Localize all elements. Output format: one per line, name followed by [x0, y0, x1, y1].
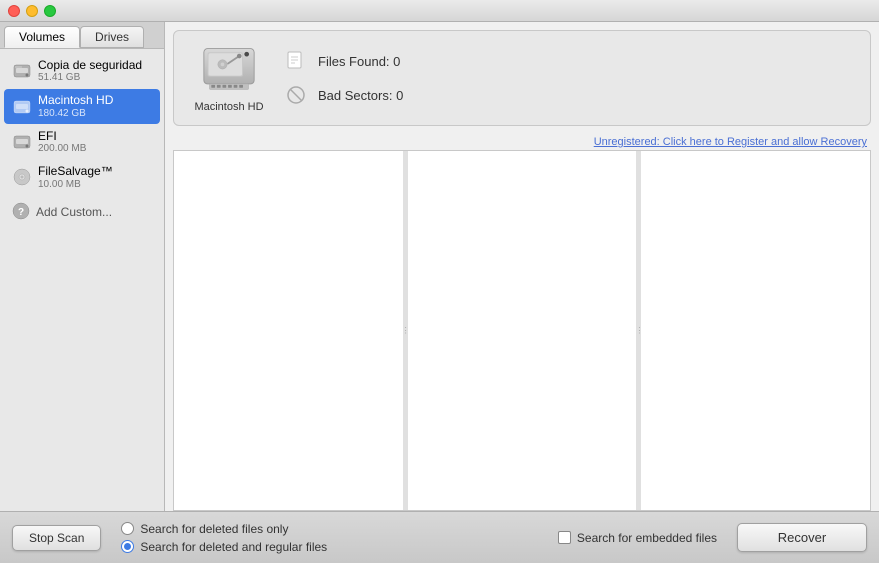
item-text-macintosh: Macintosh HD 180.42 GB [38, 93, 113, 119]
tab-drives[interactable]: Drives [80, 26, 144, 48]
question-icon: ? [12, 202, 30, 223]
file-list-area: ⋮ ⋮ [173, 150, 871, 511]
drive-icon-efi [12, 132, 32, 152]
item-text-filesalvage: FileSalvage™ 10.00 MB [38, 164, 113, 190]
drive-stats: Files Found: 0 Bad Sectors: 0 [284, 49, 438, 107]
files-found-icon [284, 49, 308, 73]
radio-deleted-only[interactable] [121, 522, 134, 535]
traffic-lights [8, 5, 56, 17]
drive-panel-name: Macintosh HD [194, 101, 263, 113]
svg-text:?: ? [18, 207, 24, 218]
item-name-copia: Copia de seguridad [38, 58, 142, 72]
item-text-efi: EFI 200.00 MB [38, 129, 86, 155]
close-button[interactable] [8, 5, 20, 17]
checkbox-embedded[interactable] [558, 531, 571, 544]
reg-link-bar: Unregistered: Click here to Register and… [165, 134, 879, 150]
maximize-button[interactable] [44, 5, 56, 17]
files-found-label: Files Found: 0 [318, 54, 438, 69]
embedded-label: Search for embedded files [577, 531, 717, 545]
embedded-option-row[interactable]: Search for embedded files [558, 531, 717, 545]
radio-deleted-regular-label: Search for deleted and regular files [140, 540, 327, 554]
file-column-2 [408, 151, 638, 510]
app-container: Volumes Drives Copia de seg [0, 22, 879, 563]
add-custom-label: Add Custom... [36, 205, 112, 219]
bad-sectors-row: Bad Sectors: 0 [284, 83, 438, 107]
search-option-deleted-only[interactable]: Search for deleted files only [121, 522, 538, 536]
item-size-macintosh: 180.42 GB [38, 108, 113, 120]
search-option-deleted-regular[interactable]: Search for deleted and regular files [121, 540, 538, 554]
tab-volumes[interactable]: Volumes [4, 26, 80, 48]
bottom-bar: Stop Scan Search for deleted files only … [0, 511, 879, 563]
recover-button[interactable]: Recover [737, 523, 867, 552]
bad-sectors-label: Bad Sectors: 0 [318, 88, 438, 103]
radio-deleted-only-label: Search for deleted files only [140, 522, 288, 536]
stop-scan-button[interactable]: Stop Scan [12, 525, 101, 551]
drive-icon [12, 61, 32, 81]
file-column-1 [174, 151, 404, 510]
cd-icon [12, 167, 32, 187]
radio-deleted-regular[interactable] [121, 540, 134, 553]
sidebar-item-copia[interactable]: Copia de seguridad 51.41 GB [4, 54, 160, 88]
sidebar-item-efi[interactable]: EFI 200.00 MB [4, 125, 160, 159]
tab-bar: Volumes Drives [0, 22, 164, 49]
item-name-filesalvage: FileSalvage™ [38, 164, 113, 178]
sidebar-items: Copia de seguridad 51.41 GB Macin [0, 49, 164, 511]
title-bar [0, 0, 879, 22]
item-size-filesalvage: 10.00 MB [38, 179, 113, 191]
minimize-button[interactable] [26, 5, 38, 17]
add-custom-item[interactable]: ? Add Custom... [0, 196, 164, 229]
file-column-3 [641, 151, 870, 510]
sidebar-item-filesalvage[interactable]: FileSalvage™ 10.00 MB [4, 160, 160, 194]
drive-large-icon: Macintosh HD [194, 43, 264, 113]
search-options: Search for deleted files only Search for… [121, 522, 538, 554]
sidebar-item-macintosh[interactable]: Macintosh HD 180.42 GB [4, 89, 160, 123]
main-area: Volumes Drives Copia de seg [0, 22, 879, 511]
drive-info-panel: Macintosh HD [173, 30, 871, 126]
files-found-row: Files Found: 0 [284, 49, 438, 73]
bad-sectors-icon [284, 83, 308, 107]
sidebar: Volumes Drives Copia de seg [0, 22, 165, 511]
item-size-copia: 51.41 GB [38, 72, 142, 84]
reg-link[interactable]: Unregistered: Click here to Register and… [594, 136, 867, 148]
item-text-copia: Copia de seguridad 51.41 GB [38, 58, 142, 84]
item-name-efi: EFI [38, 129, 86, 143]
item-size-efi: 200.00 MB [38, 143, 86, 155]
item-name-macintosh: Macintosh HD [38, 93, 113, 107]
drive-icon-macintosh [12, 97, 32, 117]
content-area: Macintosh HD [165, 22, 879, 511]
